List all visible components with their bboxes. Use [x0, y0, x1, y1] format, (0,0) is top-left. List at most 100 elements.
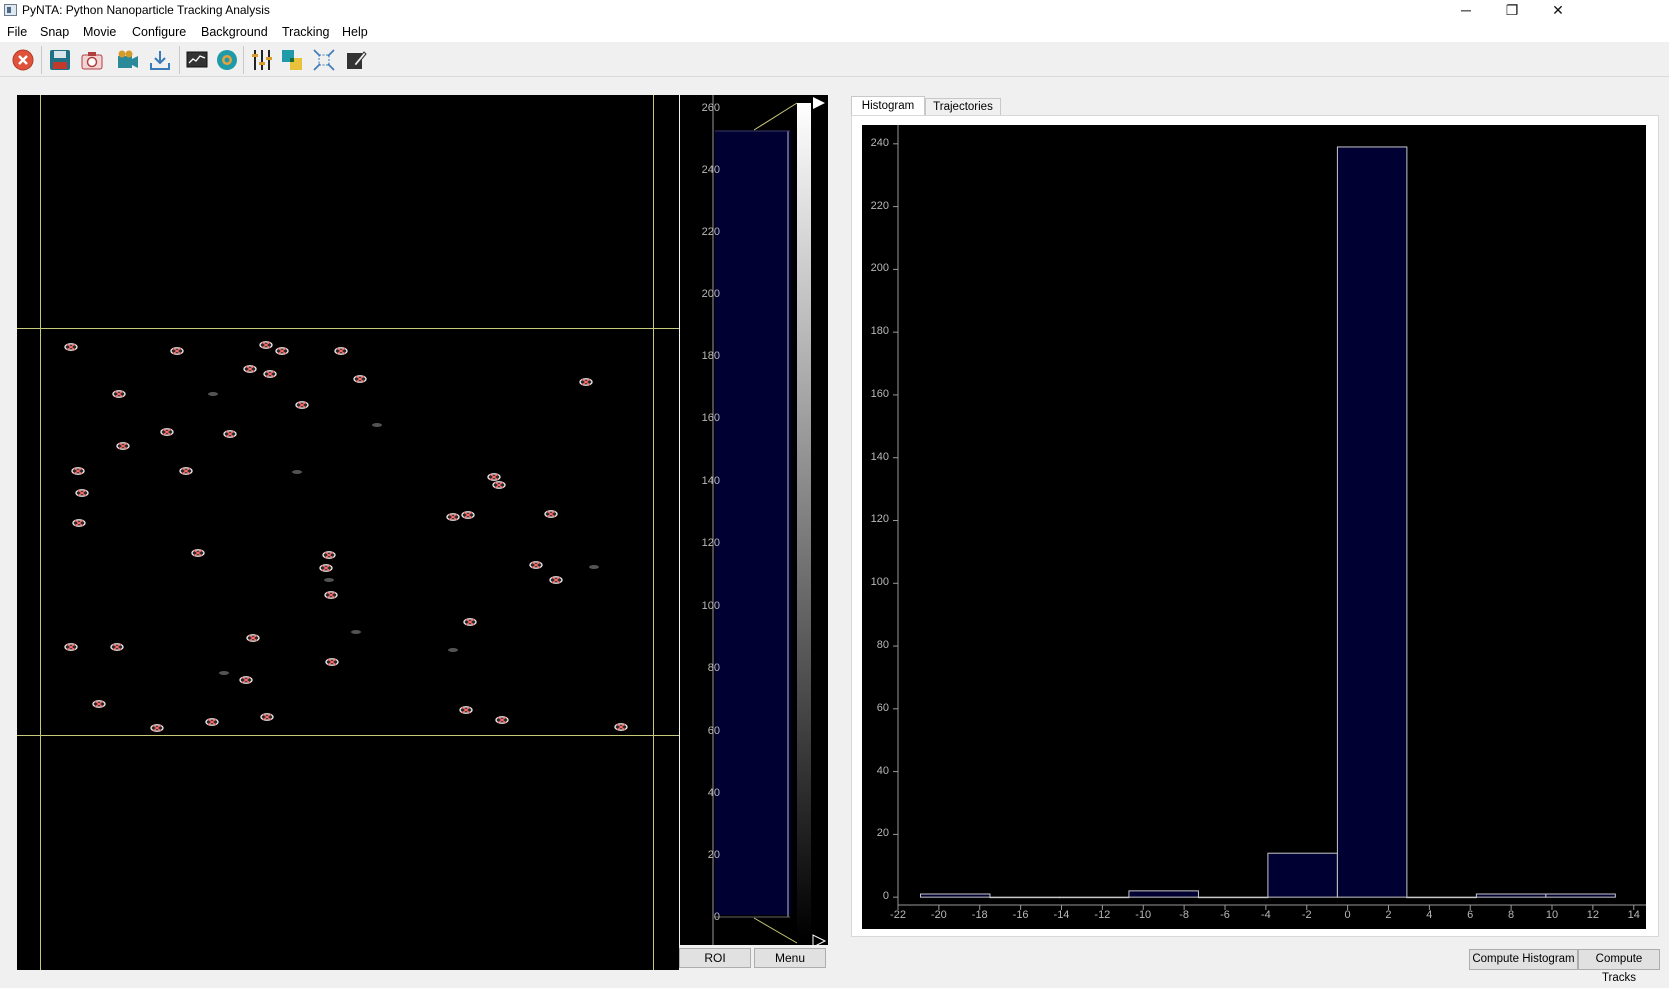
particle-marker — [544, 510, 558, 518]
lut-tick-label: 260 — [701, 102, 720, 114]
menu-configure[interactable]: Configure — [132, 25, 186, 39]
particle-marker — [75, 489, 89, 497]
download-icon[interactable] — [148, 48, 172, 72]
tab-trajectories[interactable]: Trajectories — [925, 98, 1001, 116]
menu-help[interactable]: Help — [342, 25, 368, 39]
lut-tick-label: 200 — [701, 288, 720, 300]
x-tick-label: -12 — [1094, 909, 1111, 921]
lut-tick-label: 140 — [701, 475, 720, 487]
x-tick-label: 8 — [1508, 909, 1515, 921]
lut-menu-button[interactable]: Menu — [754, 948, 826, 968]
y-tick-label: 60 — [876, 701, 889, 714]
lut-tick-label: 220 — [701, 226, 720, 238]
histogram-bar — [1545, 893, 1616, 898]
particle-overlay — [64, 341, 628, 732]
close-button[interactable]: ✕ — [1535, 0, 1581, 22]
particle-marker — [492, 481, 506, 489]
menu-background[interactable]: Background — [201, 25, 268, 39]
y-tick-label: 200 — [870, 262, 889, 275]
histogram-bar — [1267, 852, 1338, 898]
x-tick-label: 10 — [1545, 909, 1559, 921]
particle-marker — [487, 473, 501, 481]
lut-histogram[interactable] — [680, 95, 828, 945]
particle-marker — [116, 442, 130, 450]
particle-marker — [64, 343, 78, 351]
y-tick-label: 160 — [870, 387, 889, 400]
minimize-button[interactable]: ─ — [1443, 0, 1489, 22]
edit-icon[interactable] — [344, 48, 368, 72]
y-tick-label: 120 — [870, 513, 889, 526]
roi-button[interactable]: ROI — [679, 948, 751, 968]
particle-marker — [205, 718, 219, 726]
lut-tick-label: 120 — [701, 537, 720, 549]
lut-panel[interactable] — [680, 95, 828, 945]
lut-tick-label: 80 — [707, 662, 720, 674]
camera-image-view[interactable] — [17, 95, 679, 970]
save-icon[interactable] — [48, 48, 72, 72]
particle-marker — [459, 706, 473, 714]
particle-marker — [260, 713, 274, 721]
snap-camera-icon[interactable] — [80, 48, 104, 72]
particle-marker — [461, 511, 475, 519]
histogram-bar — [1128, 890, 1199, 898]
particle-marker — [246, 634, 260, 642]
histogram-bar — [1058, 896, 1130, 899]
histogram-plot[interactable] — [862, 125, 1646, 929]
compute-histogram-button[interactable]: Compute Histogram — [1469, 949, 1578, 970]
x-tick-label: -6 — [1220, 909, 1230, 921]
y-tick-label: 20 — [876, 827, 889, 840]
y-tick-label: 80 — [876, 639, 889, 652]
particle-marker — [495, 716, 509, 724]
particle-marker — [275, 347, 289, 355]
compute-tracks-button[interactable]: Compute Tracks — [1578, 949, 1660, 984]
x-tick-label: 0 — [1344, 909, 1351, 921]
histogram-bar — [1336, 146, 1408, 898]
movie-camera-icon[interactable] — [116, 48, 140, 72]
particle-marker — [324, 591, 338, 599]
menu-tracking[interactable]: Tracking — [282, 25, 329, 39]
y-tick-label: 240 — [870, 136, 889, 149]
x-tick-label: 12 — [1586, 909, 1599, 921]
particle-marker — [319, 564, 333, 572]
particle-marker — [243, 365, 257, 373]
x-tick-label: 4 — [1426, 909, 1433, 921]
x-tick-label: 2 — [1385, 909, 1392, 921]
stop-icon[interactable] — [11, 48, 35, 72]
roi-expand-icon[interactable] — [312, 48, 336, 72]
particle-marker — [325, 658, 339, 666]
particle-marker — [150, 724, 164, 732]
menu-snap[interactable]: Snap — [40, 25, 69, 39]
monitor-icon[interactable] — [185, 48, 209, 72]
particle-marker — [353, 375, 367, 383]
x-tick-label: -10 — [1135, 909, 1152, 921]
y-tick-label: 140 — [870, 450, 889, 463]
particle-marker — [223, 430, 237, 438]
histogram-bar — [919, 893, 991, 898]
background-icon[interactable] — [280, 48, 304, 72]
menu-movie[interactable]: Movie — [83, 25, 116, 39]
particle-marker — [334, 347, 348, 355]
particle-marker — [239, 676, 253, 684]
particle-marker — [322, 551, 336, 559]
particle-marker — [110, 643, 124, 651]
sliders-icon[interactable] — [250, 48, 274, 72]
menu-file[interactable]: File — [7, 25, 27, 39]
particle-marker — [92, 700, 106, 708]
particle-marker — [64, 643, 78, 651]
toolbar-separator — [243, 46, 244, 74]
x-tick-label: -14 — [1053, 909, 1070, 921]
restore-button[interactable]: ❐ — [1489, 0, 1535, 22]
histogram-bar — [1406, 896, 1477, 899]
particle-marker — [191, 549, 205, 557]
lut-tick-label: 60 — [707, 725, 720, 737]
y-tick-label: 220 — [870, 199, 889, 212]
x-tick-label: 6 — [1467, 909, 1474, 921]
globe-icon[interactable] — [215, 48, 239, 72]
particle-marker — [295, 401, 309, 409]
tab-histogram[interactable]: Histogram — [851, 96, 925, 117]
particle-marker — [549, 576, 563, 584]
x-tick-label: -22 — [890, 909, 906, 921]
particle-marker — [529, 561, 543, 569]
app-icon — [4, 4, 17, 16]
lut-tick-label: 20 — [707, 849, 720, 861]
